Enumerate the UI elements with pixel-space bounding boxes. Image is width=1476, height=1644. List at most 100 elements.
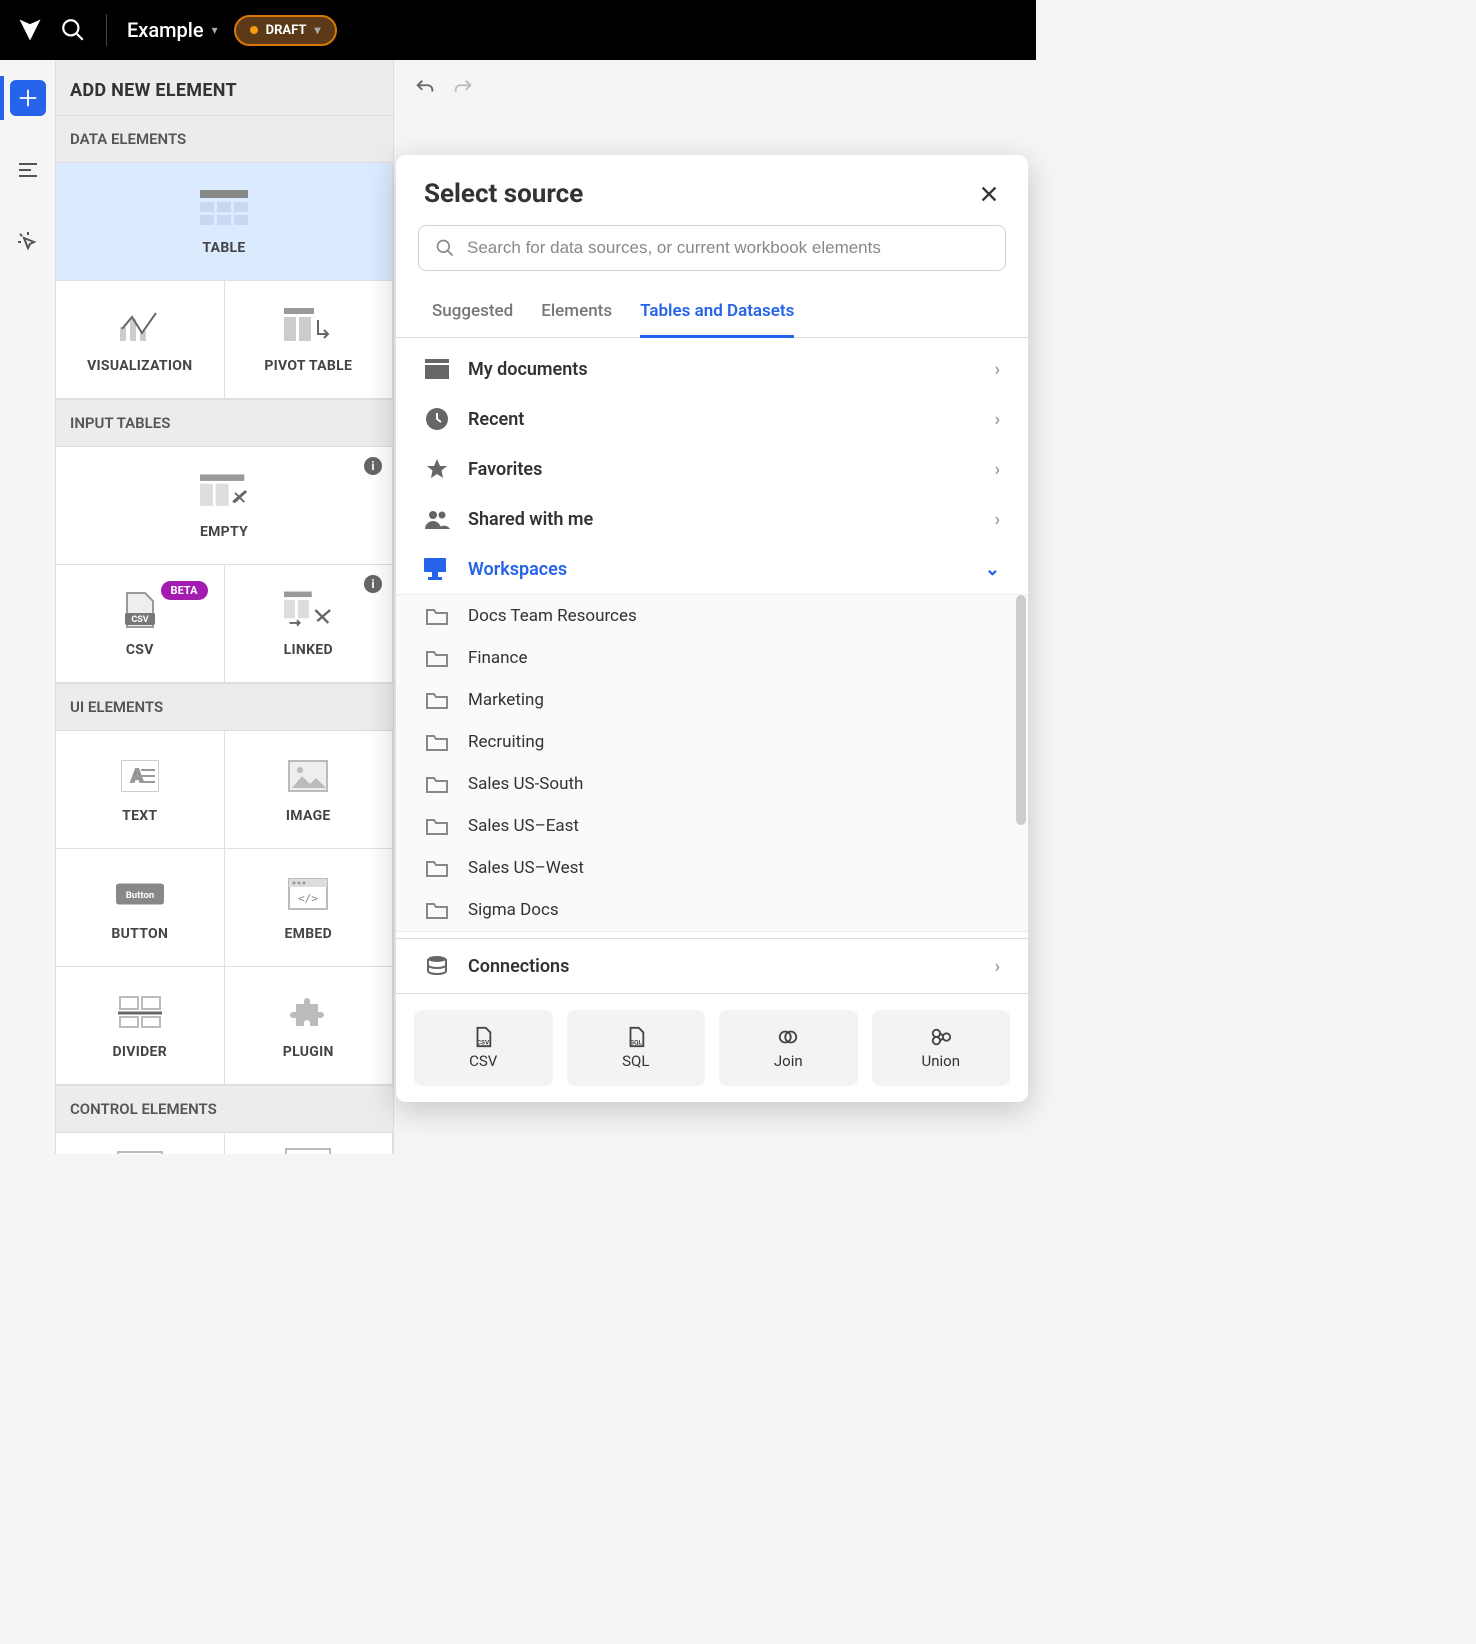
- workspace-folder[interactable]: Sales US-South: [396, 763, 1028, 805]
- tile-embed[interactable]: </> EMBED: [225, 849, 394, 967]
- chevron-down-icon: ⌄: [985, 559, 1000, 580]
- search-icon: [435, 238, 455, 258]
- source-workspaces[interactable]: Workspaces ⌄: [396, 544, 1028, 594]
- chevron-right-icon: ›: [995, 509, 1000, 530]
- section-ui-elements: UI ELEMENTS: [56, 683, 393, 731]
- undo-icon[interactable]: [414, 77, 436, 99]
- chevron-right-icon: ›: [995, 359, 1000, 380]
- workbook-title-dropdown[interactable]: Example ▾: [127, 18, 218, 42]
- workspace-folder[interactable]: Sigma Docs: [396, 889, 1028, 931]
- redo-icon[interactable]: [452, 77, 474, 99]
- draft-label: DRAFT: [266, 23, 307, 38]
- beta-badge: BETA: [161, 581, 208, 600]
- folder-outline-icon: [424, 606, 450, 626]
- workspace-folder[interactable]: Finance: [396, 637, 1028, 679]
- source-recent[interactable]: Recent ›: [396, 394, 1028, 444]
- plus-icon: [17, 87, 39, 109]
- empty-table-icon: [200, 472, 248, 512]
- search-input-container[interactable]: [418, 225, 1006, 271]
- divider-icon: [116, 992, 164, 1032]
- input-control-icon: [116, 1143, 164, 1155]
- new-sql-button[interactable]: SQL SQL: [567, 1010, 706, 1086]
- close-icon[interactable]: [978, 183, 1000, 205]
- tile-table[interactable]: TABLE: [56, 163, 393, 281]
- tile-label: IMAGE: [286, 808, 331, 824]
- tile-label: VISUALIZATION: [87, 358, 192, 374]
- workspace-folder[interactable]: Docs Team Resources: [396, 595, 1028, 637]
- tile-label: CSV: [126, 642, 154, 658]
- tile-csv[interactable]: BETA CSV CSV: [56, 565, 225, 683]
- tab-elements[interactable]: Elements: [541, 291, 612, 338]
- tile-label: DIVIDER: [113, 1044, 167, 1060]
- workspace-icon: [424, 556, 450, 582]
- section-data-elements: DATA ELEMENTS: [56, 115, 393, 163]
- workspace-folder[interactable]: Sales US–West: [396, 847, 1028, 889]
- tile-control-2[interactable]: [225, 1133, 394, 1154]
- svg-text:Button: Button: [125, 889, 154, 900]
- tab-tables-datasets[interactable]: Tables and Datasets: [640, 291, 794, 338]
- tile-plugin[interactable]: PLUGIN: [225, 967, 394, 1085]
- people-icon: [424, 506, 450, 532]
- source-favorites[interactable]: Favorites ›: [396, 444, 1028, 494]
- scrollbar[interactable]: [1016, 595, 1026, 825]
- folder-outline-icon: [424, 858, 450, 878]
- sql-file-icon: SQL: [625, 1026, 647, 1048]
- source-connections[interactable]: Connections ›: [396, 938, 1028, 993]
- workspace-folder[interactable]: Recruiting: [396, 721, 1028, 763]
- outline-button[interactable]: [10, 152, 46, 188]
- svg-text:</>: </>: [298, 892, 318, 905]
- top-bar: Example ▾ DRAFT ▾: [0, 0, 1036, 60]
- workspace-folder[interactable]: Marketing: [396, 679, 1028, 721]
- draft-status-badge[interactable]: DRAFT ▾: [234, 15, 337, 46]
- info-icon[interactable]: i: [364, 457, 382, 475]
- tile-image[interactable]: IMAGE: [225, 731, 394, 849]
- chevron-right-icon: ›: [995, 956, 1000, 977]
- csv-file-icon: CSV: [472, 1026, 494, 1048]
- tile-control-1[interactable]: [56, 1133, 225, 1154]
- element-panel: ADD NEW ELEMENT DATA ELEMENTS TABLE VISU…: [56, 60, 394, 1154]
- tile-pivot-table[interactable]: PIVOT TABLE: [225, 281, 394, 399]
- tile-empty[interactable]: i EMPTY: [56, 447, 393, 565]
- new-union-button[interactable]: Union: [872, 1010, 1011, 1086]
- text-icon: A: [116, 756, 164, 796]
- svg-text:CSV: CSV: [477, 1038, 490, 1046]
- tile-divider[interactable]: DIVIDER: [56, 967, 225, 1085]
- section-input-tables: INPUT TABLES: [56, 399, 393, 447]
- cursor-click-icon: [16, 230, 40, 254]
- tile-text[interactable]: A TEXT: [56, 731, 225, 849]
- svg-text:SQL: SQL: [630, 1038, 642, 1046]
- panel-header: ADD NEW ELEMENT: [56, 60, 393, 115]
- status-dot-icon: [250, 26, 258, 34]
- tile-visualization[interactable]: VISUALIZATION: [56, 281, 225, 399]
- tile-label: BUTTON: [111, 926, 168, 942]
- search-icon[interactable]: [60, 17, 86, 43]
- tile-button[interactable]: Button BUTTON: [56, 849, 225, 967]
- info-icon[interactable]: i: [364, 575, 382, 593]
- workspace-folder[interactable]: Sales US–East: [396, 805, 1028, 847]
- clock-icon: [424, 406, 450, 432]
- add-element-button[interactable]: [10, 80, 46, 116]
- folder-outline-icon: [424, 900, 450, 920]
- modal-title: Select source: [424, 179, 583, 209]
- app-logo-icon[interactable]: [16, 16, 44, 44]
- list-icon: [16, 158, 40, 182]
- union-icon: [930, 1026, 952, 1048]
- folder-outline-icon: [424, 648, 450, 668]
- tab-suggested[interactable]: Suggested: [432, 291, 513, 338]
- search-input[interactable]: [467, 238, 989, 258]
- button-icon: Button: [116, 874, 164, 914]
- modal-footer: CSV CSV SQL SQL Join Union: [396, 993, 1028, 1102]
- star-icon: [424, 456, 450, 482]
- folder-outline-icon: [424, 816, 450, 836]
- workspace-folder-list: Docs Team Resources Finance Marketing Re…: [396, 594, 1028, 932]
- new-join-button[interactable]: Join: [719, 1010, 858, 1086]
- left-rail: [0, 60, 56, 1154]
- dropdown-control-icon: [284, 1143, 332, 1155]
- source-shared-with-me[interactable]: Shared with me ›: [396, 494, 1028, 544]
- source-my-documents[interactable]: My documents ›: [396, 344, 1028, 394]
- tile-linked[interactable]: i LINKED: [225, 565, 394, 683]
- new-csv-button[interactable]: CSV CSV: [414, 1010, 553, 1086]
- interactions-button[interactable]: [10, 224, 46, 260]
- pivot-icon: [284, 306, 332, 346]
- chevron-right-icon: ›: [995, 459, 1000, 480]
